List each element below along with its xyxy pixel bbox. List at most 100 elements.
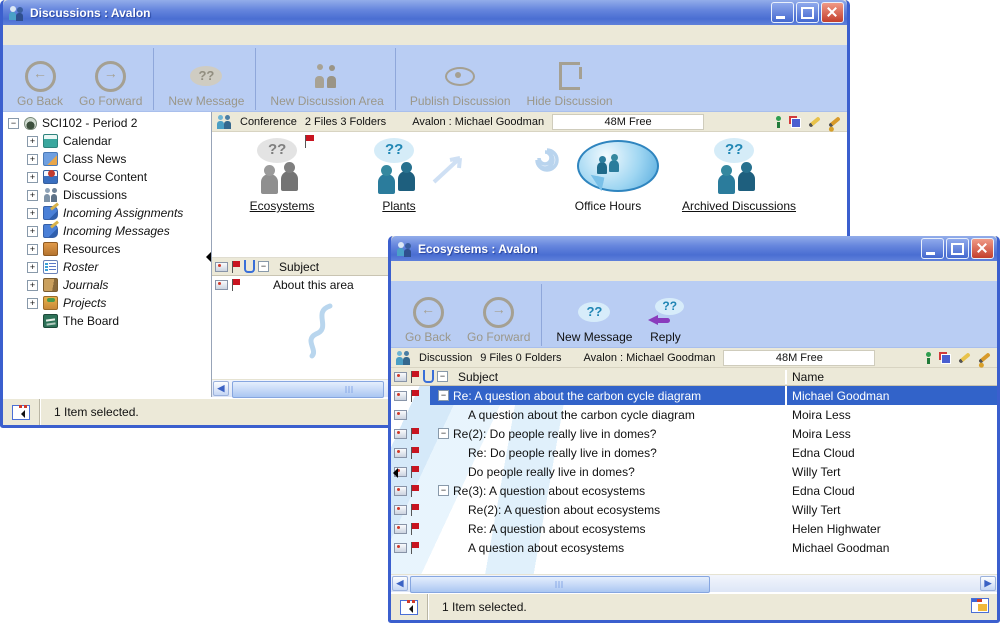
sidebar-tree-root[interactable]: SCI102 - Period 2 — [3, 114, 211, 132]
menu-item[interactable] — [97, 33, 115, 37]
message-row[interactable]: Re(2): A question about ecosystems Willy… — [391, 500, 997, 519]
collapse-thread-icon[interactable] — [438, 390, 449, 401]
layout-grid-icon[interactable] — [971, 598, 989, 613]
tree-expand-icon[interactable] — [27, 136, 38, 147]
menu-item[interactable] — [25, 33, 43, 37]
message-row[interactable]: A question about the carbon cycle diagra… — [391, 405, 997, 424]
menu-item[interactable] — [115, 33, 133, 37]
tree-expand-icon[interactable] — [27, 154, 38, 165]
tree-expand-icon[interactable] — [27, 280, 38, 291]
scroll-right-icon[interactable]: ▶ — [980, 576, 996, 591]
flag-column-icon[interactable] — [410, 371, 420, 383]
collapse-thread-icon[interactable] — [438, 485, 449, 496]
unread-column-icon[interactable] — [394, 372, 407, 382]
tree-expand-icon[interactable] — [27, 226, 38, 237]
conference-desktop-item[interactable]: Ecosystems — [222, 138, 342, 213]
toolbar-button[interactable]: Hide Discussion — [519, 48, 621, 110]
message-row[interactable]: A question about ecosystems Michael Good… — [391, 538, 997, 557]
menu-item[interactable] — [79, 33, 97, 37]
edit-pencil-icon[interactable] — [958, 352, 971, 363]
sidebar-tree-item[interactable]: Projects — [3, 294, 211, 312]
split-view-icon[interactable] — [12, 405, 30, 420]
shared-pages-icon[interactable] — [789, 116, 801, 128]
sidebar-tree-item[interactable]: Journals — [3, 276, 211, 294]
scrollbar-thumb[interactable] — [232, 381, 384, 398]
pane-splitter-arrow[interactable] — [388, 468, 398, 478]
close-button[interactable] — [971, 238, 994, 259]
menu-item[interactable] — [485, 269, 503, 273]
toolbar-button[interactable]: Go Back — [9, 48, 71, 110]
online-user-icon[interactable] — [925, 352, 932, 364]
tree-expand-icon[interactable] — [27, 298, 38, 309]
online-user-icon[interactable] — [775, 116, 782, 128]
collapse-all-icon[interactable] — [437, 371, 448, 382]
message-row[interactable]: Re(3): A question about ecosystems Edna … — [391, 481, 997, 500]
edit-pencil-icon[interactable] — [808, 116, 821, 127]
menu-item[interactable] — [503, 269, 521, 273]
tree-expand-icon[interactable] — [27, 262, 38, 273]
tree-expand-icon[interactable] — [27, 190, 38, 201]
menu-item[interactable] — [7, 33, 25, 37]
sidebar-tree-item[interactable]: Course Content — [3, 168, 211, 186]
message-row[interactable]: Re: A question about ecosystems Helen Hi… — [391, 519, 997, 538]
signature-pen-icon[interactable] — [828, 116, 841, 127]
sidebar-tree-item[interactable]: Incoming Messages — [3, 222, 211, 240]
title-bar[interactable]: Ecosystems : Avalon — [391, 236, 997, 261]
toolbar-button[interactable]: Go Forward — [71, 48, 150, 110]
toolbar-button[interactable]: Go Back — [397, 284, 459, 346]
menu-item[interactable] — [431, 269, 449, 273]
pane-splitter-arrow[interactable] — [201, 252, 211, 262]
scroll-left-icon[interactable]: ◀ — [392, 576, 408, 591]
sidebar-tree-item[interactable]: Resources — [3, 240, 211, 258]
scroll-left-icon[interactable]: ◀ — [213, 381, 229, 396]
sidebar-tree-item[interactable]: Incoming Assignments — [3, 204, 211, 222]
menu-item[interactable] — [43, 33, 61, 37]
shared-pages-icon[interactable] — [939, 352, 951, 364]
sidebar-tree-item[interactable]: Roster — [3, 258, 211, 276]
tree-expand-icon[interactable] — [27, 208, 38, 219]
message-row[interactable]: Re: A question about the carbon cycle di… — [391, 386, 997, 405]
menu-item[interactable] — [449, 269, 467, 273]
close-button[interactable] — [821, 2, 844, 23]
message-row[interactable]: Re: Do people really live in domes? Edna… — [391, 443, 997, 462]
flag-column-icon[interactable] — [231, 261, 241, 273]
toolbar-button[interactable]: Reply — [640, 284, 690, 346]
menu-item[interactable] — [467, 269, 485, 273]
collapse-all-icon[interactable] — [258, 261, 269, 272]
conference-desktop-item[interactable]: Plants — [340, 138, 458, 213]
tree-collapse-icon[interactable] — [8, 118, 19, 129]
maximize-button[interactable] — [796, 2, 819, 23]
conference-desktop-item[interactable]: Archived Discussions — [654, 138, 824, 213]
split-view-icon[interactable] — [400, 600, 418, 615]
title-bar[interactable]: Discussions : Avalon — [3, 0, 847, 25]
toolbar-button[interactable]: Publish Discussion — [395, 48, 519, 110]
sidebar-tree-item[interactable]: Discussions — [3, 186, 211, 204]
attachment-column-icon[interactable] — [423, 370, 434, 383]
signature-pen-icon[interactable] — [978, 352, 991, 363]
sidebar-tree-item[interactable]: Calendar — [3, 132, 211, 150]
toolbar-button[interactable]: New Discussion Area — [255, 48, 391, 110]
unread-column-icon[interactable] — [215, 262, 228, 272]
toolbar-button[interactable]: New Message — [541, 284, 640, 346]
menu-item[interactable] — [61, 33, 79, 37]
name-column-header[interactable]: Name — [785, 370, 997, 384]
collapse-thread-icon[interactable] — [438, 428, 449, 439]
toolbar-button[interactable]: Go Forward — [459, 284, 538, 346]
attachment-column-icon[interactable] — [244, 260, 255, 273]
sidebar-tree-item[interactable]: The Board — [3, 312, 211, 330]
maximize-button[interactable] — [946, 238, 969, 259]
minimize-button[interactable] — [921, 238, 944, 259]
message-row[interactable]: Re(2): Do people really live in domes? M… — [391, 424, 997, 443]
message-row[interactable]: Do people really live in domes? Willy Te… — [391, 462, 997, 481]
conference-desktop-item[interactable]: Office Hours — [544, 138, 672, 213]
scrollbar-thumb[interactable] — [410, 576, 710, 593]
tree-expand-icon[interactable] — [27, 244, 38, 255]
toolbar-button[interactable]: New Message — [153, 48, 252, 110]
horizontal-scrollbar[interactable]: ◀ ▶ — [391, 574, 997, 592]
tree-expand-icon[interactable] — [27, 172, 38, 183]
minimize-button[interactable] — [771, 2, 794, 23]
sidebar-tree-item[interactable]: Class News — [3, 150, 211, 168]
menu-item[interactable] — [413, 269, 431, 273]
menu-item[interactable] — [395, 269, 413, 273]
subject-column-header[interactable]: Subject — [458, 370, 785, 384]
